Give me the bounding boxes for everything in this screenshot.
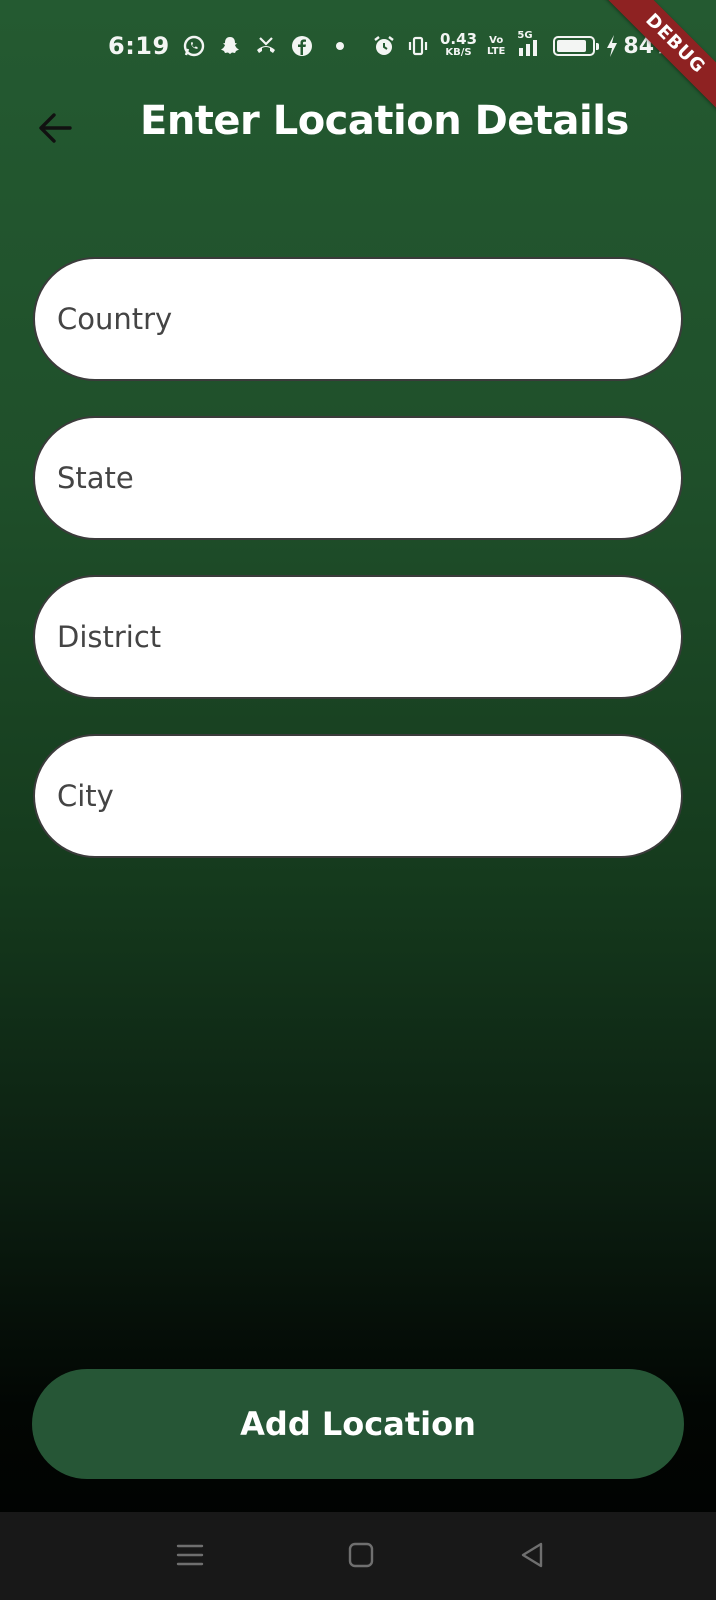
signal-label: 5G [517, 30, 533, 41]
home-button[interactable] [344, 1538, 378, 1572]
system-nav-bar [0, 1512, 716, 1600]
home-icon [348, 1542, 374, 1568]
network-speed-unit: KB/S [445, 47, 472, 58]
arrow-left-icon [39, 113, 72, 143]
district-input[interactable] [33, 575, 683, 699]
volte-indicator: Vo LTE [487, 35, 505, 57]
vibrate-icon [406, 34, 430, 58]
location-form [33, 257, 683, 893]
status-right: 0.43 KB/S Vo LTE 5G 84% [372, 30, 676, 62]
alarm-icon [372, 34, 396, 58]
status-time: 6:19 [108, 32, 170, 60]
network-speed: 0.43 KB/S [440, 30, 478, 59]
notification-dot-icon [335, 42, 344, 50]
page-title: Enter Location Details [140, 98, 629, 144]
status-left: 6:19 [108, 30, 344, 62]
system-back-button[interactable] [515, 1538, 549, 1572]
missed-call-icon [254, 34, 278, 58]
menu-icon [176, 1544, 204, 1566]
volte-top: Vo [489, 35, 504, 46]
back-triangle-icon [521, 1542, 543, 1568]
volte-bottom: LTE [487, 46, 506, 57]
signal-indicator: 5G [515, 30, 543, 58]
status-bar: 6:19 0.43 KB/S Vo LTE 5G 84% [0, 0, 716, 92]
battery-fill [557, 40, 587, 52]
recent-apps-button[interactable] [173, 1538, 207, 1572]
back-button[interactable] [36, 108, 76, 148]
network-speed-value: 0.43 [440, 30, 478, 48]
facebook-icon [290, 34, 314, 58]
screen: 6:19 0.43 KB/S Vo LTE 5G 84% DEBUG Enter… [0, 0, 716, 1600]
state-input[interactable] [33, 416, 683, 540]
battery-icon [553, 36, 600, 56]
add-location-button[interactable]: Add Location [32, 1369, 684, 1479]
whatsapp-icon [182, 34, 206, 58]
city-input[interactable] [33, 734, 683, 858]
app-bar: Enter Location Details [0, 92, 716, 168]
charging-icon [605, 34, 619, 58]
snapchat-icon [218, 34, 242, 58]
country-input[interactable] [33, 257, 683, 381]
